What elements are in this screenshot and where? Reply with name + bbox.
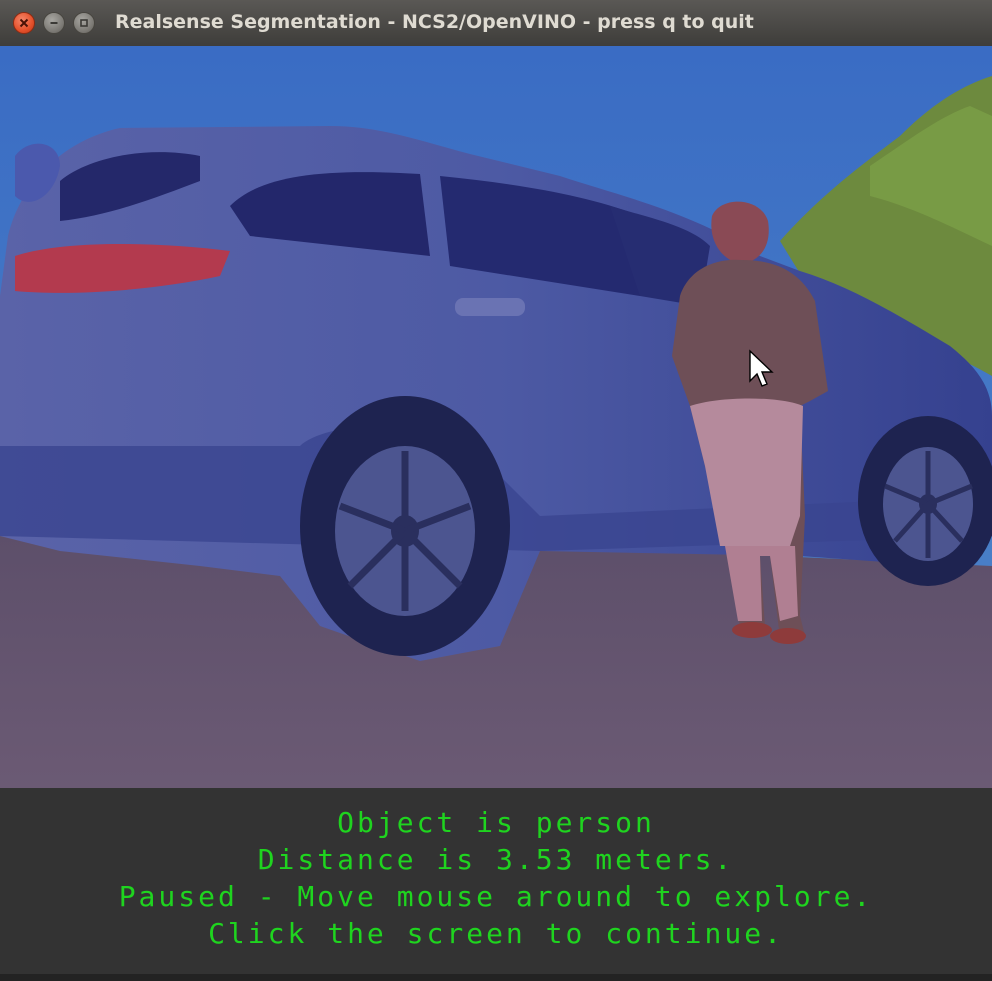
close-button[interactable] bbox=[13, 12, 35, 34]
paused-label: Paused - Move mouse around to explore. bbox=[118, 880, 874, 913]
object-label: Object is person bbox=[337, 806, 655, 839]
app-window: Realsense Segmentation - NCS2/OpenVINO -… bbox=[0, 0, 992, 981]
distance-label: Distance is 3.53 meters. bbox=[257, 843, 735, 876]
window-title: Realsense Segmentation - NCS2/OpenVINO -… bbox=[115, 11, 754, 33]
segmentation-image[interactable] bbox=[0, 46, 992, 788]
maximize-icon bbox=[80, 19, 88, 27]
continue-label: Click the screen to continue. bbox=[208, 917, 784, 950]
car-door-handle bbox=[455, 298, 525, 316]
status-overlay: Object is person Distance is 3.53 meters… bbox=[0, 788, 992, 974]
window-bottom-border bbox=[0, 974, 992, 981]
segmentation-view[interactable] bbox=[0, 46, 992, 788]
car-wheel-rear bbox=[300, 396, 510, 656]
minimize-button[interactable] bbox=[43, 12, 65, 34]
car-wheel-front bbox=[858, 416, 992, 586]
close-icon bbox=[19, 18, 29, 28]
maximize-button[interactable] bbox=[73, 12, 95, 34]
minimize-icon bbox=[50, 22, 58, 24]
title-bar[interactable]: Realsense Segmentation - NCS2/OpenVINO -… bbox=[0, 0, 992, 47]
